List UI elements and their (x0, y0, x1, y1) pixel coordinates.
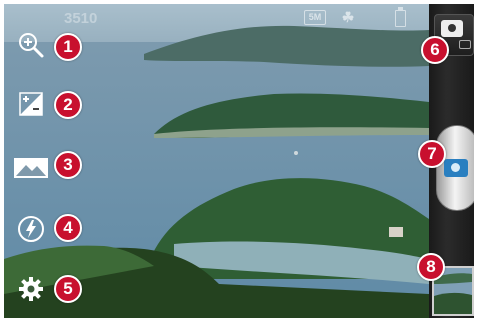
callout-2-badge: 2 (54, 91, 82, 119)
callout-4-badge: 4 (54, 214, 82, 242)
settings-button[interactable] (14, 272, 48, 306)
flash-button[interactable] (14, 212, 48, 246)
callout-1-badge: 1 (54, 33, 82, 61)
settings-icon (19, 277, 43, 301)
callout-7-badge: 7 (418, 140, 446, 168)
camera-icon (444, 159, 468, 177)
brightness-icon (19, 92, 43, 116)
video-mode-icon (459, 40, 471, 49)
callout-5-badge: 5 (54, 275, 82, 303)
camera-controls: 1 2 3 4 5 (4, 4, 94, 318)
flash-icon (18, 216, 44, 242)
shutter-button[interactable] (436, 125, 474, 211)
callout-3-badge: 3 (54, 151, 82, 179)
camera-mode-icon (441, 20, 463, 37)
zoom-button[interactable] (14, 28, 48, 62)
callout-6-badge: 6 (421, 36, 449, 64)
image-size-indicator: 5M (304, 10, 326, 25)
camera-screen: 3510 5M ☘ 1 2 3 4 5 6 7 8 (4, 4, 474, 318)
scene-mode-icon: ☘ (341, 9, 355, 25)
brightness-button[interactable] (14, 87, 48, 121)
scene-mode-button[interactable] (12, 151, 50, 185)
callout-8-badge: 8 (417, 253, 445, 281)
battery-icon (395, 7, 406, 27)
scene-icon (14, 158, 48, 178)
zoom-icon (19, 33, 44, 58)
